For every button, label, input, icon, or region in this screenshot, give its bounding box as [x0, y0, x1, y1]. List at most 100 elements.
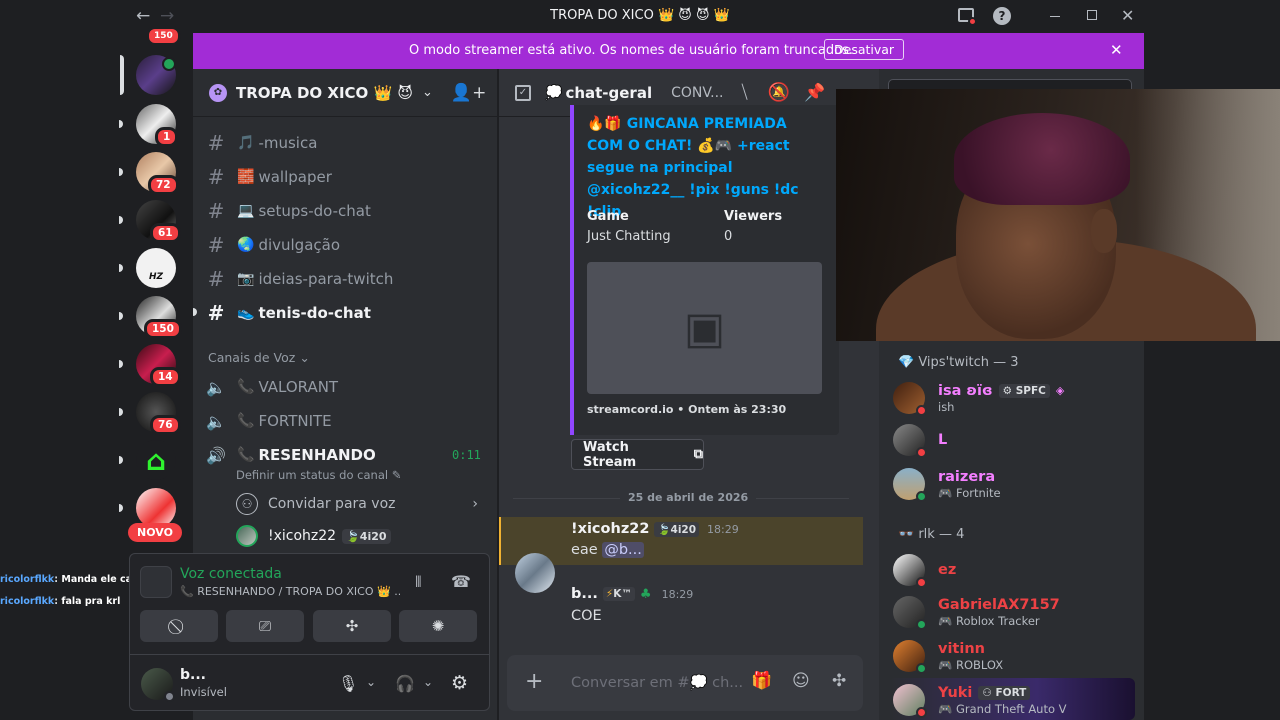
microphone-icon[interactable]: 🎙: [338, 674, 358, 693]
channel-status-hint[interactable]: Definir um status do canal ✎: [236, 468, 401, 482]
member-row[interactable]: Yuki ⚇ FORT 🎮 Grand Theft Auto V: [893, 680, 1133, 720]
close-window-icon[interactable]: ✕: [1121, 6, 1134, 25]
hash-icon: #: [207, 165, 225, 189]
invite-label: Convidar para voz: [268, 496, 396, 512]
disconnect-icon[interactable]: ☎: [451, 572, 471, 591]
hashtag-threads-icon[interactable]: ⧹: [742, 82, 748, 103]
speaker-active-icon: 🔊: [206, 445, 226, 465]
stream-embed: 🔥🎁 GINCANA PREMIADA COM O CHAT! 💰🎮 +reac…: [570, 105, 839, 435]
server-icon-9[interactable]: ⌂: [136, 440, 176, 480]
member-tag: ⚇ FORT: [978, 685, 1031, 700]
channel-wallpaper[interactable]: # 🧱 wallpaper: [203, 161, 488, 193]
chevron-down-icon[interactable]: ⌄: [366, 675, 376, 689]
channel-musica[interactable]: # 🎵 -musica: [203, 127, 488, 159]
mention[interactable]: @b...: [602, 542, 644, 558]
panel-divider: [130, 654, 489, 655]
camera-off-button[interactable]: ⃠: [140, 610, 218, 642]
minimize-icon[interactable]: [1050, 16, 1060, 17]
server-icon-10[interactable]: [136, 488, 176, 528]
avatar: [893, 596, 927, 630]
member-name: ez: [938, 562, 957, 578]
server-icon-5[interactable]: HZ: [136, 248, 176, 288]
threads-icon[interactable]: ✓: [515, 84, 531, 101]
status-indicator: [164, 691, 175, 702]
member-group-rlk: 👓 rlk — 4: [898, 527, 964, 542]
streamer-mode-banner: O modo streamer está ativo. Os nomes de …: [193, 33, 1144, 69]
soundboard-button[interactable]: ✺: [399, 610, 477, 642]
member-row[interactable]: raizera 🎮 Fortnite: [893, 464, 1133, 504]
activities-button[interactable]: ✣: [313, 610, 391, 642]
notifications-muted-icon[interactable]: 🔕: [768, 82, 790, 103]
date-divider-text: 25 de abril de 2026: [620, 491, 757, 504]
hash-icon: #: [207, 267, 225, 291]
voice-connected-text[interactable]: Voz conectada: [180, 566, 282, 582]
member-row[interactable]: vitinn 🎮 ROBLOX: [893, 636, 1133, 676]
embed-image-placeholder[interactable]: ▣: [587, 262, 822, 394]
channel-name: wallpaper: [258, 168, 332, 186]
channel-setups[interactable]: # 💻 setups-do-chat: [203, 195, 488, 227]
channel-emoji: 📷: [237, 271, 255, 287]
disable-streamer-button[interactable]: Desativar: [824, 39, 905, 60]
invite-to-voice[interactable]: ⚇ Convidar para voz ›: [230, 490, 488, 518]
conversation-tab[interactable]: CONV...: [671, 85, 723, 101]
member-row[interactable]: L: [893, 420, 1133, 460]
member-row[interactable]: isa ʚїɞ ⚙ SPFC ◈ ish: [893, 378, 1133, 418]
voice-participant[interactable]: !xicohz22 🍃4i20: [230, 522, 488, 550]
webcam-durag: [954, 113, 1130, 205]
webcam-ear: [1091, 209, 1117, 253]
help-icon[interactable]: ?: [993, 7, 1011, 25]
member-activity: ish: [938, 399, 955, 414]
avatar[interactable]: [515, 553, 555, 593]
emoji-icon[interactable]: ☺: [792, 671, 810, 691]
channel-title: chat-geral: [565, 83, 653, 102]
hash-icon: #: [207, 233, 225, 257]
voice-channel-valorant[interactable]: 🔈 📞 VALORANT: [203, 371, 488, 403]
activity-text: Roblox Tracker: [955, 613, 1040, 628]
group-label: Vips'twitch — 3: [918, 355, 1019, 370]
message-time: 18:29: [707, 522, 739, 536]
voice-channel-fortnite[interactable]: 🔈 📞 FORTNITE: [203, 405, 488, 437]
new-badge[interactable]: NOVO: [128, 523, 182, 542]
message-header: !xicohz22 🍃4i20 18:29: [571, 521, 739, 537]
embed-title[interactable]: 🔥🎁 GINCANA PREMIADA COM O CHAT! 💰🎮 +reac…: [587, 113, 827, 223]
screen-share-icon: ⎚: [258, 617, 271, 635]
close-banner-icon[interactable]: ✕: [1110, 41, 1123, 59]
voice-category[interactable]: Canais de Voz ⌄: [208, 350, 310, 365]
pin-icon[interactable]: 📌: [804, 83, 825, 103]
message-author[interactable]: b...: [571, 586, 598, 602]
member-row[interactable]: GabrielAX7157 🎮 Roblox Tracker: [893, 592, 1133, 632]
guild-header[interactable]: ✿ TROPA DO XICO 👑 😈 ... ⌄ 👤+: [193, 69, 498, 117]
user-name[interactable]: b...: [180, 667, 206, 683]
message-author[interactable]: !xicohz22: [571, 521, 649, 537]
gift-icon[interactable]: 🎁: [751, 671, 772, 691]
message-input-box[interactable]: + Conversar em #💭 ch... 🎁 ☺ ✣: [507, 655, 863, 711]
leaf-icon: 🍃: [346, 529, 360, 543]
channel-divulgacao[interactable]: # 🌏 divulgação: [203, 229, 488, 261]
avatar[interactable]: [141, 668, 175, 702]
add-member-icon[interactable]: 👤+: [451, 83, 486, 103]
server-badge-top: 150: [146, 26, 181, 46]
channel-tenis[interactable]: # 👟 tenis-do-chat: [203, 297, 488, 329]
maximize-icon[interactable]: [1087, 10, 1097, 20]
message-input[interactable]: Conversar em #💭 ch...: [571, 674, 743, 691]
chevron-down-icon[interactable]: ⌄: [422, 85, 433, 100]
activity-text: Fortnite: [955, 485, 1001, 500]
gamepad-icon: 🎮: [938, 701, 953, 716]
webcam-overlay: [836, 89, 1280, 341]
add-attachment-icon[interactable]: +: [525, 669, 543, 694]
member-row[interactable]: ez: [893, 550, 1133, 590]
server-monogram: HZ: [148, 272, 164, 282]
voice-location[interactable]: 📞 RESENHANDO / TROPA DO XICO 👑 ...: [180, 585, 400, 598]
settings-gear-icon[interactable]: ⚙: [451, 672, 468, 694]
screen-share-button[interactable]: ⎚: [226, 610, 304, 642]
hash-icon: #: [207, 199, 225, 223]
chevron-down-icon[interactable]: ⌄: [423, 675, 433, 689]
headphones-icon[interactable]: 🎧: [395, 674, 415, 693]
apps-icon[interactable]: ✣: [832, 671, 846, 691]
channel-ideias[interactable]: # 📷 ideias-para-twitch: [203, 263, 488, 295]
watch-stream-button[interactable]: Watch Stream ⧉: [571, 439, 704, 470]
channel-emoji: 💻: [237, 203, 255, 219]
sound-waves-icon[interactable]: ⦀: [415, 573, 422, 591]
message-text: COE: [571, 608, 602, 624]
voice-channel-resenhando[interactable]: 🔊 📞 RESENHANDO: [203, 439, 488, 471]
